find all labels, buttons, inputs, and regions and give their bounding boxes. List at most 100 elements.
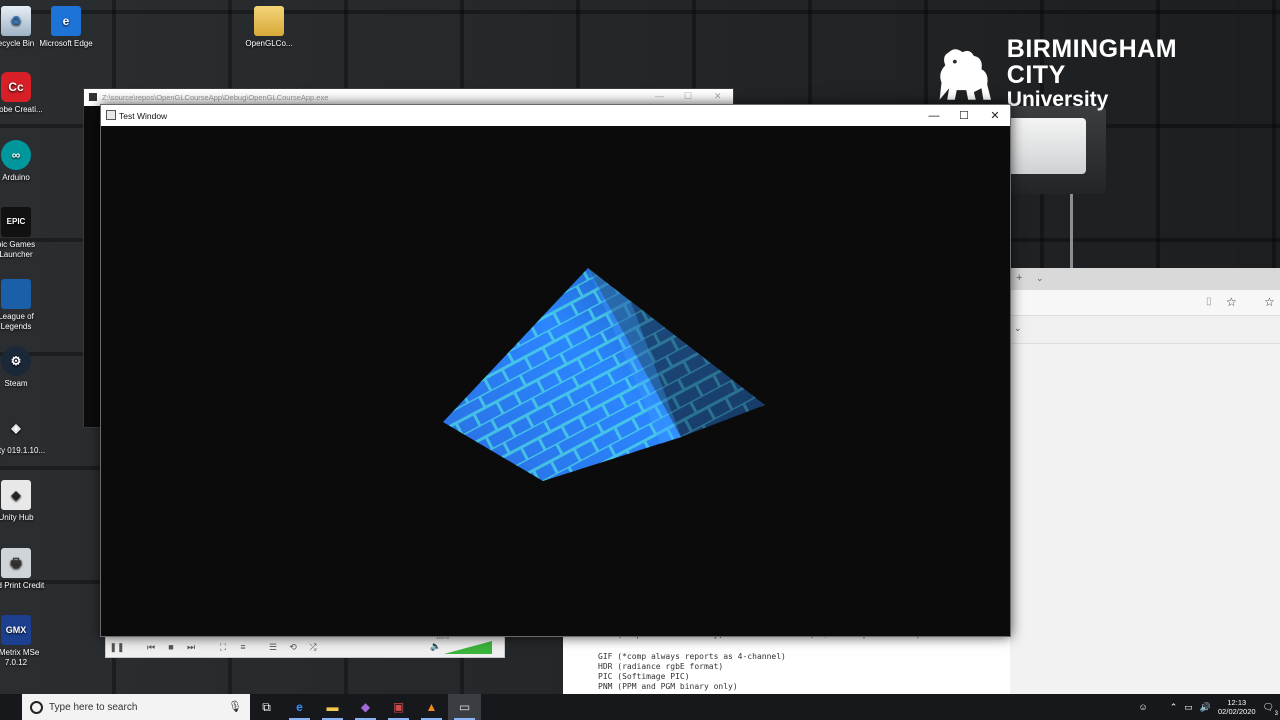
favorites-icon[interactable]: ☆ xyxy=(1264,295,1275,309)
printer-icon: 🖶 xyxy=(1,548,31,578)
stage-light-pole xyxy=(1070,194,1073,268)
doc-line: PNM (PPM and PGM binary only) xyxy=(598,682,738,691)
speaker-icon[interactable]: 🔈 xyxy=(430,641,441,652)
network-icon[interactable]: ▭ xyxy=(1184,702,1193,713)
next-icon[interactable]: ⏭ xyxy=(184,641,198,653)
gl-window-title: Test Window xyxy=(119,110,168,121)
recycle-bin-icon: ♻ xyxy=(1,6,31,36)
desktop-icon-epic[interactable]: EPIC pic Games Launcher xyxy=(0,207,48,260)
desktop-icon-label: pic Games Launcher xyxy=(0,240,36,259)
extended-settings-icon[interactable]: ≡ xyxy=(236,641,250,653)
favorite-star-icon[interactable]: ☆ xyxy=(1226,295,1237,309)
desktop-icon-gmetrix[interactable]: GMX GMetrix MSe 7.0.12 xyxy=(0,615,48,668)
shuffle-icon[interactable]: ⤮ xyxy=(306,641,320,653)
desktop-icon-label: Unity 019.1.10... xyxy=(0,446,46,455)
desktop-icon-label: Adobe Creati... xyxy=(0,105,43,114)
league-icon xyxy=(1,279,31,309)
taskbar-gl-app-icon[interactable]: ▭ xyxy=(448,694,481,720)
desktop-icon-label: Arduino xyxy=(2,173,30,182)
clock-date: 02/02/2020 xyxy=(1218,707,1256,716)
desktop-icon-print[interactable]: 🖶 Add Print Credit xyxy=(0,548,48,591)
search-placeholder: Type here to search xyxy=(49,701,138,713)
minimize-icon[interactable]: — xyxy=(655,91,664,101)
console-app-icon xyxy=(89,93,97,101)
doc-line: PIC (Softimage PIC) xyxy=(598,672,690,681)
gl-titlebar[interactable]: Test Window — ☐ ✕ xyxy=(101,105,1010,126)
tab-list-chevron-icon[interactable]: ⌄ xyxy=(1036,273,1044,284)
desktop-icon-unity[interactable]: ◈ Unity 019.1.10... xyxy=(0,413,48,456)
loop-icon[interactable]: ⟲ xyxy=(286,641,300,653)
taskbar-file-explorer-icon[interactable]: ▬ xyxy=(316,694,349,720)
browser-window[interactable]: + ⌄ ▯ ☆ ☆ ⌄ xyxy=(1010,268,1280,694)
steam-icon: ⚙ xyxy=(1,346,31,376)
doc-line: GIF (*comp always reports as 4-channel) xyxy=(598,652,786,661)
system-tray: ☺ ⌃ ▭ 🔊 12:13 02/02/2020 🗨 3 xyxy=(1139,694,1280,720)
taskbar-search[interactable]: Type here to search 🎙 xyxy=(22,694,250,720)
desktop-icon-opengl-folder[interactable]: OpenGLCo... xyxy=(237,6,301,49)
console-title: Z:\source\repos\OpenGLCourseApp\Debug\Op… xyxy=(102,93,329,102)
text-document[interactable]: PSD (composited view only, no extra chan… xyxy=(563,628,1010,694)
taskbar-winrar-icon[interactable]: ▣ xyxy=(382,694,415,720)
gmetrix-icon: GMX xyxy=(1,615,31,645)
close-button[interactable]: ✕ xyxy=(980,105,1010,126)
gl-render-canvas[interactable] xyxy=(101,126,1010,636)
stage-light-face xyxy=(1010,118,1086,174)
adobe-cc-icon: Cc xyxy=(1,72,31,102)
desktop-icon-label: OpenGLCo... xyxy=(245,39,293,48)
minimize-button[interactable]: — xyxy=(919,105,949,126)
new-tab-icon[interactable]: + xyxy=(1016,272,1022,284)
taskbar-visual-studio-icon[interactable]: ◆ xyxy=(349,694,382,720)
unity-icon: ◈ xyxy=(11,421,21,435)
browser-sub-bar: ⌄ xyxy=(1010,316,1280,344)
notifications-icon[interactable]: 🗨 3 xyxy=(1263,702,1278,717)
desktop-icon-label: Steam xyxy=(4,379,28,388)
taskbar-edge-icon[interactable]: e xyxy=(283,694,316,720)
unity-hub-icon: ◈ xyxy=(1,480,31,510)
desktop-icon-league[interactable]: League of Legends xyxy=(0,279,48,332)
doc-line: HDR (radiance rgbE format) xyxy=(598,662,724,671)
brand-name-line2: University xyxy=(1006,88,1109,111)
desktop-icon-edge[interactable]: e Microsoft Edge xyxy=(34,6,98,49)
gl-window[interactable]: Test Window — ☐ ✕ xyxy=(100,104,1011,637)
pause-icon[interactable]: ❚❚ xyxy=(109,641,124,653)
desktop-icon-arduino[interactable]: ∞ Arduino xyxy=(0,140,48,183)
browser-address-bar[interactable]: ▯ ☆ ☆ xyxy=(1010,290,1280,316)
reading-view-icon[interactable]: ▯ xyxy=(1206,296,1212,307)
notification-count: 3 xyxy=(1274,710,1278,717)
close-icon[interactable]: ✕ xyxy=(714,91,722,102)
desktop-icon-label: ecycle Bin xyxy=(0,39,35,48)
desktop-icon-steam[interactable]: ⚙ Steam xyxy=(0,346,48,389)
show-hidden-icons-chevron[interactable]: ⌃ xyxy=(1170,702,1178,713)
maximize-button[interactable]: ☐ xyxy=(949,105,979,126)
university-logo: BIRMINGHAM CITY University xyxy=(932,36,1232,111)
volume-slider[interactable]: 100% xyxy=(436,635,492,654)
epic-games-icon: EPIC xyxy=(1,207,31,237)
microphone-icon[interactable]: 🎙 xyxy=(228,700,242,713)
desktop-icon-unity-hub[interactable]: ◈ Unity Hub xyxy=(0,480,48,523)
desktop-icon-adobe[interactable]: Cc Adobe Creati... xyxy=(0,72,48,115)
search-icon xyxy=(30,700,43,714)
desktop-icon-label: League of Legends xyxy=(0,312,34,331)
arduino-icon: ∞ xyxy=(1,140,31,170)
edge-icon: e xyxy=(51,6,81,36)
dropdown-chevron-icon[interactable]: ⌄ xyxy=(1014,323,1022,334)
taskbar-vlc-icon[interactable]: ▲ xyxy=(415,694,448,720)
lion-emblem-icon xyxy=(939,49,991,100)
browser-tab-bar: + ⌄ xyxy=(1010,268,1280,290)
window-app-icon xyxy=(106,110,116,120)
fullscreen-icon[interactable]: ⛶ xyxy=(216,641,230,653)
desktop-icon-label: Unity Hub xyxy=(0,513,34,522)
desktop-icon-label: Add Print Credit xyxy=(0,581,45,590)
volume-icon[interactable]: 🔊 xyxy=(1200,702,1211,713)
task-view-icon[interactable]: ⧉ xyxy=(250,694,283,720)
stop-icon[interactable]: ■ xyxy=(164,641,178,653)
desktop-icon-label: Microsoft Edge xyxy=(39,39,93,48)
maximize-icon[interactable]: ☐ xyxy=(684,91,692,102)
desktop-icon-label: GMetrix MSe 7.0.12 xyxy=(0,648,40,667)
playlist-icon[interactable]: ☰ xyxy=(266,641,280,653)
media-player-controls: ❚❚ ⏮ ■ ⏭ ⛶ ≡ ☰ ⟲ ⤮ 🔈 100% xyxy=(105,635,505,658)
clock-time: 12:13 xyxy=(1227,698,1247,707)
previous-icon[interactable]: ⏮ xyxy=(144,641,158,653)
people-icon[interactable]: ☺ xyxy=(1139,702,1148,712)
clock[interactable]: 12:13 02/02/2020 xyxy=(1218,698,1256,716)
